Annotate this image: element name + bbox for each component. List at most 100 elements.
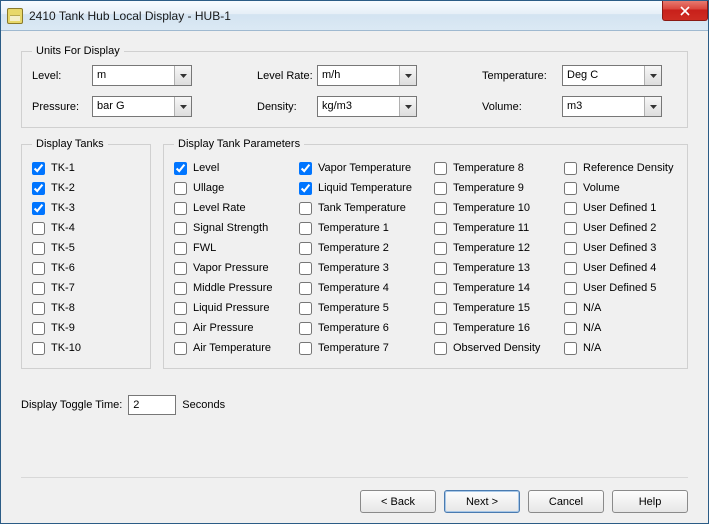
tank-item-4[interactable]: TK-5 xyxy=(32,238,140,258)
param-1-0-checkbox[interactable] xyxy=(299,162,312,175)
param-0-1[interactable]: Ullage xyxy=(174,178,299,198)
param-3-5[interactable]: User Defined 4 xyxy=(564,258,677,278)
param-2-2-checkbox[interactable] xyxy=(434,202,447,215)
param-2-5[interactable]: Temperature 13 xyxy=(434,258,564,278)
tank-item-0[interactable]: TK-1 xyxy=(32,158,140,178)
tank-item-7-checkbox[interactable] xyxy=(32,302,45,315)
param-1-4[interactable]: Temperature 2 xyxy=(299,238,434,258)
param-0-9[interactable]: Air Temperature xyxy=(174,338,299,358)
param-1-5-checkbox[interactable] xyxy=(299,262,312,275)
toggle-time-input[interactable] xyxy=(128,395,176,415)
param-3-1-checkbox[interactable] xyxy=(564,182,577,195)
level-combo[interactable]: m xyxy=(92,65,192,86)
param-1-0[interactable]: Vapor Temperature xyxy=(299,158,434,178)
density-combo[interactable]: kg/m3 xyxy=(317,96,417,117)
param-2-8[interactable]: Temperature 16 xyxy=(434,318,564,338)
param-2-6[interactable]: Temperature 14 xyxy=(434,278,564,298)
param-3-3[interactable]: User Defined 2 xyxy=(564,218,677,238)
param-2-7-checkbox[interactable] xyxy=(434,302,447,315)
param-0-2[interactable]: Level Rate xyxy=(174,198,299,218)
param-0-3-checkbox[interactable] xyxy=(174,222,187,235)
tank-item-6-checkbox[interactable] xyxy=(32,282,45,295)
tank-item-5[interactable]: TK-6 xyxy=(32,258,140,278)
param-3-8-checkbox[interactable] xyxy=(564,322,577,335)
param-1-7-checkbox[interactable] xyxy=(299,302,312,315)
param-2-9[interactable]: Observed Density xyxy=(434,338,564,358)
param-1-4-checkbox[interactable] xyxy=(299,242,312,255)
param-1-1[interactable]: Liquid Temperature xyxy=(299,178,434,198)
param-3-7[interactable]: N/A xyxy=(564,298,677,318)
param-1-8-checkbox[interactable] xyxy=(299,322,312,335)
param-0-4[interactable]: FWL xyxy=(174,238,299,258)
tank-item-2[interactable]: TK-3 xyxy=(32,198,140,218)
param-0-5[interactable]: Vapor Pressure xyxy=(174,258,299,278)
param-1-2-checkbox[interactable] xyxy=(299,202,312,215)
tank-item-0-checkbox[interactable] xyxy=(32,162,45,175)
param-0-6[interactable]: Middle Pressure xyxy=(174,278,299,298)
cancel-button[interactable]: Cancel xyxy=(528,490,604,513)
param-0-9-checkbox[interactable] xyxy=(174,342,187,355)
pressure-combo[interactable]: bar G xyxy=(92,96,192,117)
param-2-5-checkbox[interactable] xyxy=(434,262,447,275)
param-3-7-checkbox[interactable] xyxy=(564,302,577,315)
volume-combo[interactable]: m3 xyxy=(562,96,662,117)
tank-item-4-checkbox[interactable] xyxy=(32,242,45,255)
param-1-2[interactable]: Tank Temperature xyxy=(299,198,434,218)
param-1-7[interactable]: Temperature 5 xyxy=(299,298,434,318)
param-0-0[interactable]: Level xyxy=(174,158,299,178)
next-button[interactable]: Next > xyxy=(444,490,520,513)
param-1-6[interactable]: Temperature 4 xyxy=(299,278,434,298)
param-2-1-checkbox[interactable] xyxy=(434,182,447,195)
tank-item-1-checkbox[interactable] xyxy=(32,182,45,195)
param-0-7-checkbox[interactable] xyxy=(174,302,187,315)
param-3-4-checkbox[interactable] xyxy=(564,242,577,255)
param-1-9[interactable]: Temperature 7 xyxy=(299,338,434,358)
param-0-1-checkbox[interactable] xyxy=(174,182,187,195)
param-3-8[interactable]: N/A xyxy=(564,318,677,338)
param-2-2[interactable]: Temperature 10 xyxy=(434,198,564,218)
tank-item-6[interactable]: TK-7 xyxy=(32,278,140,298)
param-3-0[interactable]: Reference Density xyxy=(564,158,677,178)
help-button[interactable]: Help xyxy=(612,490,688,513)
param-1-3[interactable]: Temperature 1 xyxy=(299,218,434,238)
param-2-7[interactable]: Temperature 15 xyxy=(434,298,564,318)
param-2-9-checkbox[interactable] xyxy=(434,342,447,355)
param-1-5[interactable]: Temperature 3 xyxy=(299,258,434,278)
param-0-8-checkbox[interactable] xyxy=(174,322,187,335)
param-0-4-checkbox[interactable] xyxy=(174,242,187,255)
param-1-9-checkbox[interactable] xyxy=(299,342,312,355)
param-2-3[interactable]: Temperature 11 xyxy=(434,218,564,238)
param-3-4[interactable]: User Defined 3 xyxy=(564,238,677,258)
tank-item-8-checkbox[interactable] xyxy=(32,322,45,335)
param-0-0-checkbox[interactable] xyxy=(174,162,187,175)
param-3-6-checkbox[interactable] xyxy=(564,282,577,295)
param-3-5-checkbox[interactable] xyxy=(564,262,577,275)
param-3-6[interactable]: User Defined 5 xyxy=(564,278,677,298)
param-2-0-checkbox[interactable] xyxy=(434,162,447,175)
param-2-4[interactable]: Temperature 12 xyxy=(434,238,564,258)
param-3-2[interactable]: User Defined 1 xyxy=(564,198,677,218)
param-0-3[interactable]: Signal Strength xyxy=(174,218,299,238)
param-0-5-checkbox[interactable] xyxy=(174,262,187,275)
levelrate-combo[interactable]: m/h xyxy=(317,65,417,86)
tank-item-2-checkbox[interactable] xyxy=(32,202,45,215)
param-0-8[interactable]: Air Pressure xyxy=(174,318,299,338)
close-button[interactable] xyxy=(662,1,708,21)
param-2-0[interactable]: Temperature 8 xyxy=(434,158,564,178)
tank-item-7[interactable]: TK-8 xyxy=(32,298,140,318)
param-3-9-checkbox[interactable] xyxy=(564,342,577,355)
param-3-0-checkbox[interactable] xyxy=(564,162,577,175)
tank-item-8[interactable]: TK-9 xyxy=(32,318,140,338)
param-0-2-checkbox[interactable] xyxy=(174,202,187,215)
tank-item-9-checkbox[interactable] xyxy=(32,342,45,355)
tank-item-9[interactable]: TK-10 xyxy=(32,338,140,358)
param-1-8[interactable]: Temperature 6 xyxy=(299,318,434,338)
param-3-2-checkbox[interactable] xyxy=(564,202,577,215)
back-button[interactable]: < Back xyxy=(360,490,436,513)
param-3-3-checkbox[interactable] xyxy=(564,222,577,235)
param-3-1[interactable]: Volume xyxy=(564,178,677,198)
param-1-6-checkbox[interactable] xyxy=(299,282,312,295)
param-2-1[interactable]: Temperature 9 xyxy=(434,178,564,198)
param-2-6-checkbox[interactable] xyxy=(434,282,447,295)
tank-item-1[interactable]: TK-2 xyxy=(32,178,140,198)
